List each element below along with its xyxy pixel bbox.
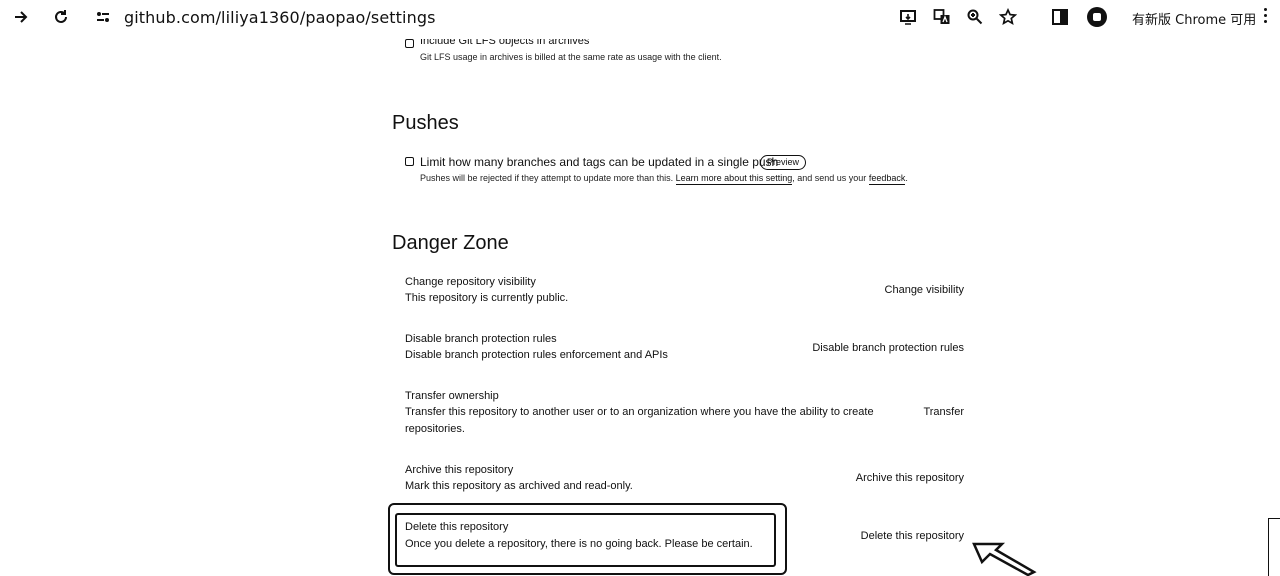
install-app-icon[interactable] (897, 6, 919, 28)
danger-item-description-cont: repositories. (405, 423, 465, 435)
disable-branch-protection-button[interactable]: Disable branch protection rules (812, 342, 964, 354)
danger-item-title: Archive this repository (405, 464, 514, 476)
address-bar[interactable]: github.com/liliya1360/paopao/settings (124, 8, 436, 27)
site-settings-icon[interactable] (92, 6, 114, 28)
preview-badge: Preview (760, 155, 807, 170)
reload-icon[interactable] (50, 6, 72, 28)
learn-more-link[interactable]: Learn more about this setting (675, 173, 793, 185)
danger-zone-heading: Danger Zone (392, 232, 509, 254)
danger-item-description: Once you delete a repository, there is n… (405, 538, 753, 550)
pointer-arrow-icon (972, 542, 1037, 576)
danger-item-title: Transfer ownership (405, 390, 499, 402)
danger-item-title: Delete this repository (405, 521, 509, 533)
chrome-update-button[interactable]: 有新版 Chrome 可用 (1132, 9, 1256, 28)
change-visibility-button[interactable]: Change visibility (885, 284, 964, 296)
browser-toolbar: github.com/liliya1360/paopao/settings 有新… (0, 0, 1280, 34)
limit-pushes-label: Limit how many branches and tags can be … (420, 155, 779, 169)
danger-item-description: Mark this repository as archived and rea… (405, 480, 633, 492)
danger-item-description: This repository is currently public. (405, 292, 569, 304)
lfs-archives-label: Include Git LFS objects in archives (420, 35, 590, 47)
pushes-note-prefix: Pushes will be rejected if they attempt … (420, 173, 674, 183)
feedback-link[interactable]: feedback (868, 173, 906, 185)
pushes-note-middle: , and send us your (792, 173, 867, 183)
translate-icon[interactable] (931, 6, 953, 28)
transfer-button[interactable]: Transfer (923, 406, 964, 418)
limit-pushes-checkbox[interactable] (405, 157, 414, 166)
archive-repository-button[interactable]: Archive this repository (856, 472, 964, 484)
pushes-heading: Pushes (392, 112, 459, 134)
extension-icon[interactable] (1086, 6, 1108, 28)
pushes-note-suffix: . (905, 173, 908, 183)
pushes-note: Pushes will be rejected if they attempt … (420, 173, 908, 185)
side-panel-icon[interactable] (1049, 6, 1071, 28)
lfs-archives-checkbox[interactable] (405, 39, 414, 48)
lfs-archives-note: Git LFS usage in archives is billed at t… (420, 52, 722, 62)
scrollbar[interactable] (1268, 518, 1280, 576)
danger-item-title: Disable branch protection rules (405, 333, 557, 345)
delete-repository-button[interactable]: Delete this repository (861, 530, 964, 542)
danger-item-description: Disable branch protection rules enforcem… (405, 349, 668, 361)
danger-item-description: Transfer this repository to another user… (405, 406, 874, 418)
zoom-icon[interactable] (964, 6, 986, 28)
more-menu-icon[interactable] (1262, 8, 1268, 26)
bookmark-star-icon[interactable] (997, 6, 1019, 28)
forward-icon[interactable] (10, 6, 32, 28)
danger-item-title: Change repository visibility (405, 276, 536, 288)
